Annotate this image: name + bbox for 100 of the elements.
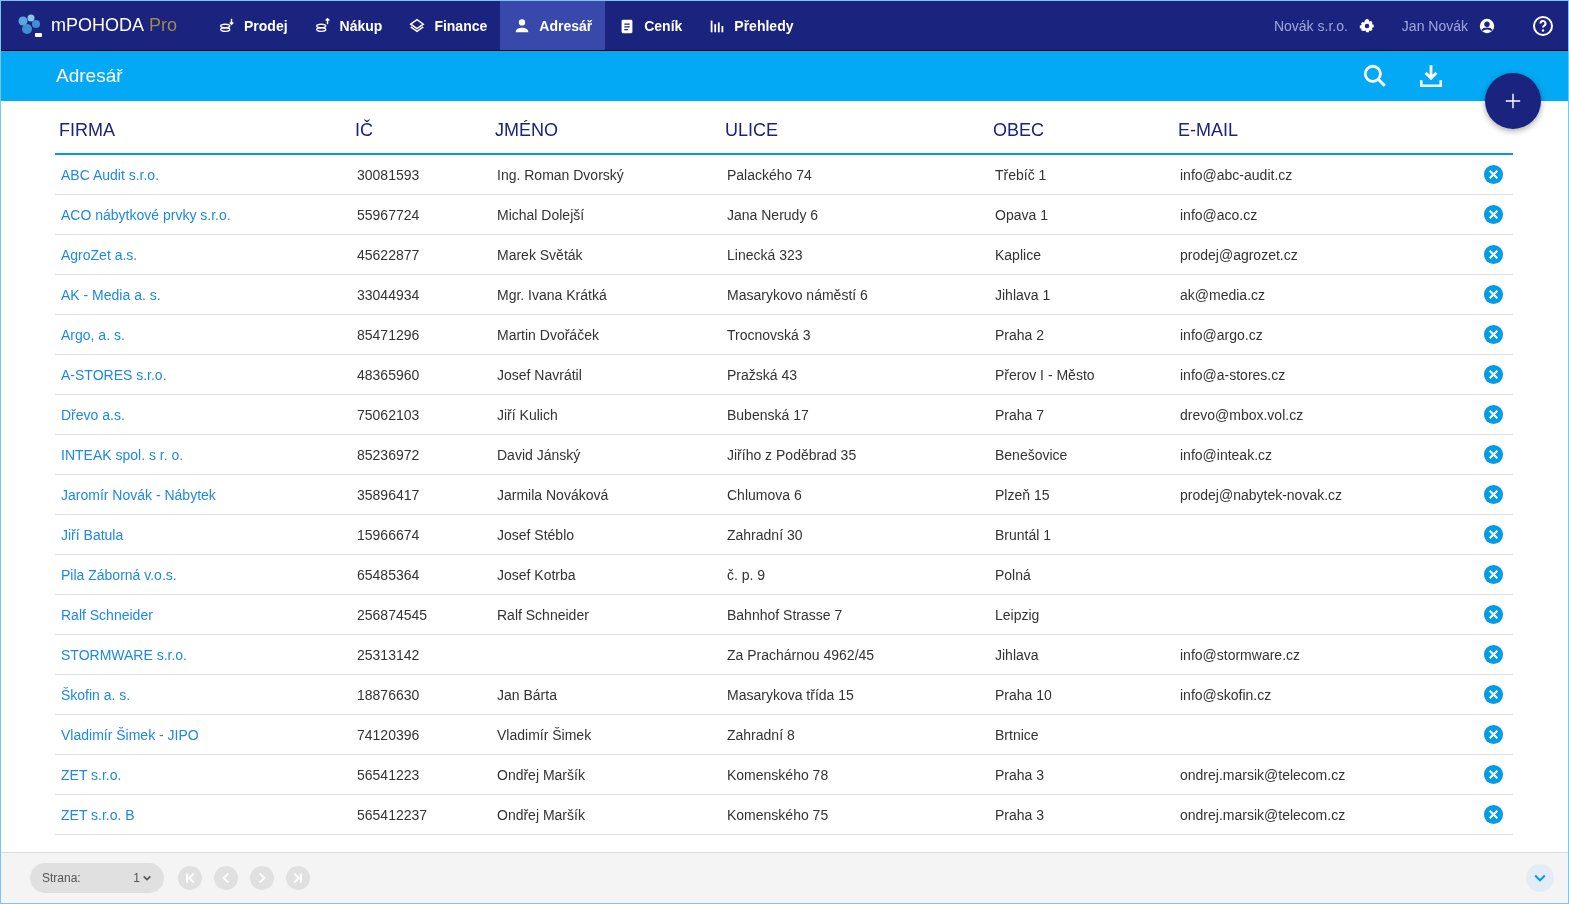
delete-icon[interactable] (1482, 564, 1504, 585)
nav-tab[interactable]: Finance (395, 1, 501, 50)
delete-icon[interactable] (1482, 324, 1504, 345)
company-link[interactable]: Vladimír Šimek - JIPO (61, 726, 199, 743)
company-link[interactable]: AgroZet a.s. (61, 246, 138, 263)
company-link[interactable]: A-STORES s.r.o. (61, 366, 167, 383)
nav-tab[interactable]: Adresář (500, 1, 606, 50)
table-cell: 30081593 (357, 166, 420, 183)
column-header[interactable]: JMÉNO (495, 120, 558, 140)
column-header[interactable]: IČ (355, 120, 373, 140)
table-cell: info@aco.cz (1180, 206, 1258, 223)
nav-tab[interactable]: Ceník (605, 1, 696, 50)
company-link[interactable]: ACO nábytkové prvky s.r.o. (61, 206, 231, 223)
table-cell: Josef Kotrba (497, 566, 576, 583)
table-cell: Vladimír Šimek (497, 726, 592, 743)
page-select[interactable]: Strana: 1 (30, 863, 164, 893)
table-cell: Polná (995, 566, 1031, 583)
company-link[interactable]: Jiří Batula (61, 526, 124, 543)
delete-icon[interactable] (1482, 804, 1504, 825)
logo-icon (17, 13, 43, 38)
delete-icon[interactable] (1482, 524, 1504, 545)
delete-icon[interactable] (1482, 244, 1504, 265)
plus-icon (1504, 92, 1522, 110)
nav-tab[interactable]: Přehledy (695, 1, 807, 50)
page-title: Adresář (56, 65, 123, 87)
delete-icon[interactable] (1482, 764, 1504, 785)
table-cell: Třebíč 1 (995, 166, 1047, 183)
table-cell: Benešovice (995, 446, 1068, 463)
table-cell: ak@media.cz (1180, 286, 1266, 303)
table-cell: Praha 10 (995, 686, 1052, 703)
delete-icon[interactable] (1482, 164, 1504, 185)
company-link[interactable]: Dřevo a.s. (61, 406, 125, 423)
table-cell: Kaplice (995, 246, 1041, 263)
app-name: mPOHODA (51, 15, 144, 36)
table-cell: Chlumova 6 (727, 486, 802, 503)
company-link[interactable]: ZET s.r.o. (61, 766, 122, 783)
delete-icon[interactable] (1482, 724, 1504, 745)
company-link[interactable]: ABC Audit s.r.o. (61, 166, 160, 183)
add-button[interactable] (1485, 73, 1541, 129)
table-cell: Michal Dolejší (497, 206, 585, 223)
table-cell: Bruntál 1 (995, 526, 1052, 543)
column-header[interactable]: ULICE (725, 120, 778, 140)
delete-icon[interactable] (1482, 684, 1504, 705)
column-header[interactable]: E-MAIL (1178, 120, 1238, 140)
company-link[interactable]: Škofin a. s. (61, 686, 131, 703)
column-header[interactable]: FIRMA (59, 120, 115, 140)
table-cell: 85471296 (357, 326, 420, 343)
table-cell: Josef Navrátil (497, 366, 582, 383)
help-icon[interactable] (1532, 14, 1554, 37)
account-icon[interactable] (1478, 16, 1496, 35)
table-cell: Bubenská 17 (727, 406, 809, 423)
delete-icon[interactable] (1482, 444, 1504, 465)
table-cell: info@argo.cz (1180, 326, 1263, 343)
table-cell: Jarmila Nováková (497, 486, 609, 503)
settings-icon[interactable] (1357, 16, 1376, 35)
table-cell: ondrej.marsik@telecom.cz (1180, 806, 1346, 823)
company-link[interactable]: ZET s.r.o. B (61, 806, 135, 823)
table-cell: David Jánský (497, 446, 581, 463)
company-link[interactable]: STORMWARE s.r.o. (61, 646, 187, 663)
nav-tab[interactable]: Prodej (205, 1, 301, 50)
table-cell: Jihlava (995, 646, 1039, 663)
nav-tab[interactable]: Nákup (300, 1, 396, 50)
table-cell: Zahradní 8 (727, 726, 795, 743)
table-cell: 35896417 (357, 486, 420, 503)
table-cell: 48365960 (357, 366, 420, 383)
table-cell: 15966674 (357, 526, 420, 543)
table-cell: 256874545 (357, 606, 428, 623)
coins-down-icon (218, 16, 236, 35)
table-cell: 45622877 (357, 246, 420, 263)
company-link[interactable]: Jaromír Novák - Nábytek (61, 486, 216, 503)
delete-icon[interactable] (1482, 204, 1504, 225)
table-cell: Trocnovská 3 (727, 326, 811, 343)
company-link[interactable]: AK - Media a. s. (61, 286, 161, 303)
company-link[interactable]: Ralf Schneider (61, 606, 153, 623)
table-cell: Brtnice (995, 726, 1039, 743)
download-icon[interactable] (1418, 63, 1444, 89)
delete-icon[interactable] (1482, 404, 1504, 425)
company-link[interactable]: INTEAK spol. s r. o. (61, 446, 184, 463)
delete-icon[interactable] (1482, 284, 1504, 305)
delete-icon[interactable] (1482, 604, 1504, 625)
company-link[interactable]: Pila Záborná v.o.s. (61, 566, 177, 583)
table-cell: 55967724 (357, 206, 420, 223)
company-name: Novák s.r.o. (1273, 17, 1348, 34)
search-icon[interactable] (1362, 63, 1388, 89)
table-cell: 85236972 (357, 446, 420, 463)
chevron-down-icon (142, 873, 152, 883)
table-cell: Ondřej Maršík (497, 806, 585, 823)
column-header[interactable]: OBEC (993, 120, 1044, 140)
company-link[interactable]: Argo, a. s. (61, 326, 125, 343)
delete-icon[interactable] (1482, 644, 1504, 665)
table-cell: Ralf Schneider (497, 606, 589, 623)
table-cell: 565412237 (357, 806, 428, 823)
table-cell: Komenského 75 (727, 806, 829, 823)
table-cell: Praha 7 (995, 406, 1045, 423)
delete-icon[interactable] (1482, 484, 1504, 505)
table-cell: 65485364 (357, 566, 420, 583)
delete-icon[interactable] (1482, 364, 1504, 385)
collapse-button[interactable] (1526, 864, 1554, 892)
table-cell: Plzeň 15 (995, 486, 1050, 503)
table-cell: Opava 1 (995, 206, 1048, 223)
